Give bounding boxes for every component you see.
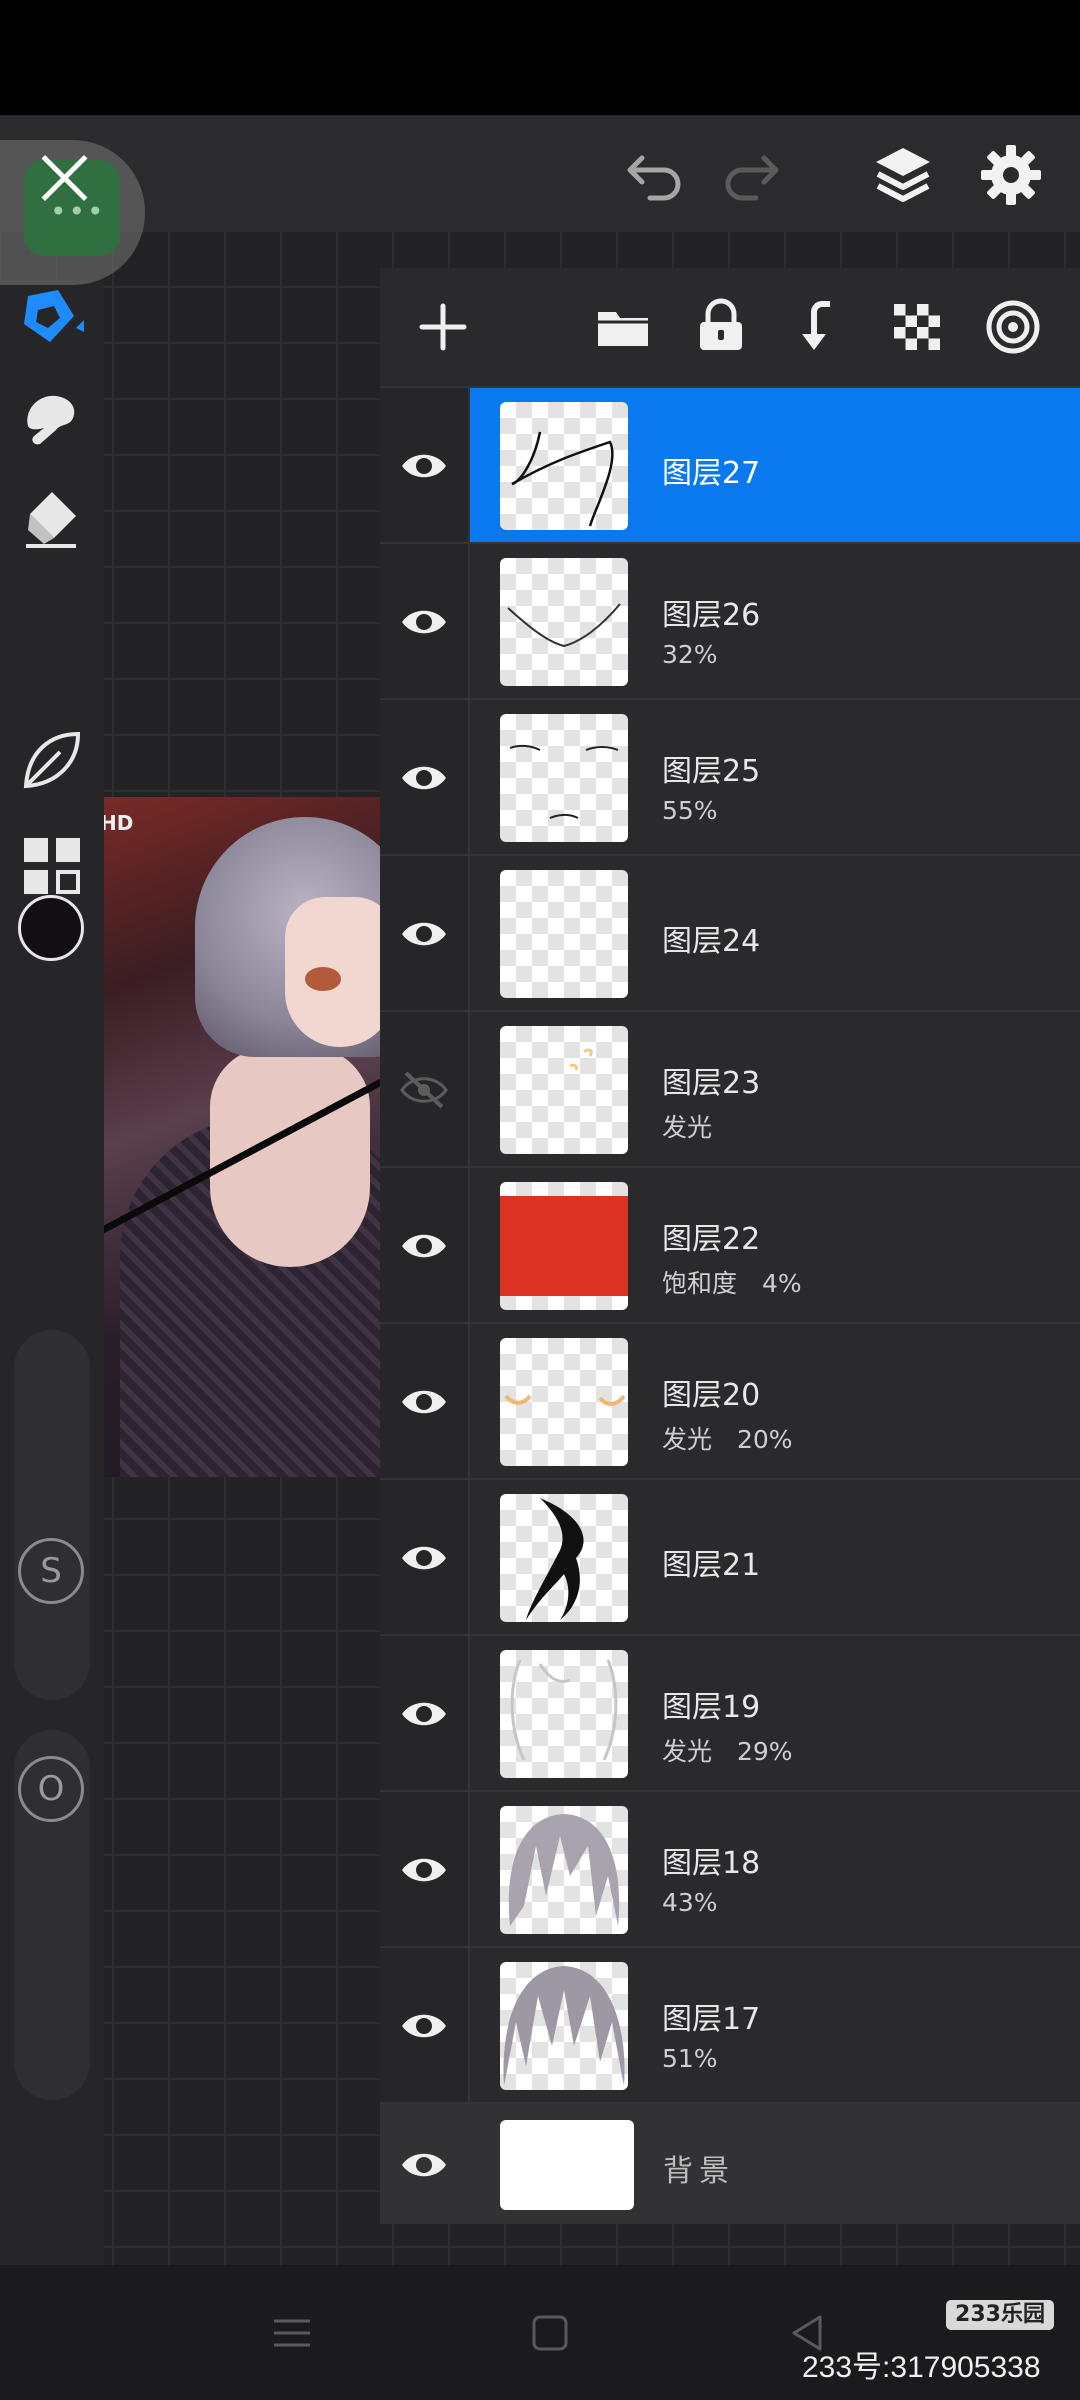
layer-name: 图层18 — [662, 1846, 761, 1881]
brush-size-slider[interactable] — [14, 1330, 90, 1700]
undo-icon[interactable] — [620, 140, 690, 210]
eye-icon[interactable] — [398, 441, 450, 491]
eye-icon[interactable] — [398, 1845, 450, 1895]
layer-name: 图层22 — [662, 1222, 761, 1257]
layer-thumbnail — [500, 402, 628, 530]
layer-thumbnail — [500, 1806, 628, 1934]
layer-thumbnail — [500, 1494, 628, 1622]
layer-name: 图层23 — [662, 1066, 761, 1101]
size-slider-handle[interactable]: S — [18, 1538, 84, 1604]
eraser-icon[interactable] — [14, 480, 90, 556]
add-layer-icon[interactable] — [410, 294, 476, 360]
status-bar — [0, 0, 1080, 115]
layer-thumbnail — [500, 558, 628, 686]
layer-row[interactable]: 图层18 43% — [380, 1790, 1080, 1948]
eye-icon[interactable] — [398, 1377, 450, 1427]
eye-icon[interactable] — [398, 753, 450, 803]
layer-meta: 发光 29% — [662, 1737, 793, 1766]
layer-thumbnail — [500, 1182, 628, 1310]
layer-row[interactable]: 图层24 — [380, 854, 1080, 1012]
close-icon — [36, 148, 92, 204]
layer-row[interactable]: 图层26 32% — [380, 542, 1080, 700]
leaf-icon[interactable] — [14, 722, 90, 798]
eye-icon[interactable] — [398, 2001, 450, 2051]
eye-icon[interactable] — [398, 2140, 450, 2190]
background-layer-name: 背景 — [663, 2154, 735, 2189]
artwork-image: HD — [100, 797, 380, 1477]
eye-icon[interactable] — [398, 1221, 450, 1271]
layer-thumbnail — [500, 1338, 628, 1466]
layer-thumbnail — [500, 1650, 628, 1778]
smudge-icon[interactable] — [14, 380, 90, 456]
transparency-icon[interactable] — [884, 294, 950, 360]
layer-thumbnail — [500, 1962, 628, 2090]
folder-icon[interactable] — [590, 294, 656, 360]
layers-panel: 图层27 图层26 32% 图层25 55% 图层24 图层23 发光 图层22… — [380, 268, 1080, 2224]
layer-name: 图层20 — [662, 1378, 761, 1413]
eye-icon[interactable] — [398, 909, 450, 959]
menu-icon[interactable] — [264, 2305, 320, 2361]
layer-thumbnail — [500, 870, 628, 998]
gear-icon[interactable] — [976, 140, 1046, 210]
layer-name: 图层17 — [662, 2002, 761, 2037]
layers-icon[interactable] — [868, 140, 938, 210]
layer-name: 图层26 — [662, 598, 761, 633]
layer-meta: 32% — [662, 640, 718, 669]
layer-row[interactable]: 图层21 — [380, 1478, 1080, 1636]
eye-hidden-icon[interactable] — [398, 1065, 450, 1115]
layer-meta: 55% — [662, 796, 718, 825]
layer-row[interactable]: 图层23 发光 — [380, 1010, 1080, 1168]
layer-meta: 43% — [662, 1888, 718, 1917]
layer-name: 图层24 — [662, 924, 761, 959]
redo-icon[interactable] — [716, 140, 786, 210]
home-icon[interactable] — [522, 2305, 578, 2361]
layer-effects-icon[interactable] — [980, 294, 1046, 360]
layer-row[interactable]: 图层25 55% — [380, 698, 1080, 856]
eye-icon[interactable] — [398, 597, 450, 647]
layer-meta: 51% — [662, 2044, 718, 2073]
color-swatch[interactable] — [18, 895, 84, 961]
layer-name: 图层19 — [662, 1690, 761, 1725]
layer-list: 图层27 图层26 32% 图层25 55% 图层24 图层23 发光 图层22… — [380, 386, 1080, 2224]
artwork-hd-label: HD — [100, 811, 134, 835]
background-layer-row[interactable]: 背景 — [380, 2102, 1080, 2224]
layer-meta: 发光 20% — [662, 1425, 793, 1454]
left-tool-sidebar: S O — [0, 280, 104, 2265]
layer-meta: 发光 — [662, 1113, 713, 1142]
layer-row[interactable]: 图层27 — [380, 386, 1080, 544]
pen-icon[interactable] — [14, 280, 90, 356]
layers-toolbar — [380, 268, 1080, 386]
close-button[interactable]: ••• — [0, 140, 145, 285]
layer-thumbnail — [500, 714, 628, 842]
layer-fill — [500, 1196, 628, 1296]
layer-row[interactable]: 图层20 发光 20% — [380, 1322, 1080, 1480]
layer-row[interactable]: 图层17 51% — [380, 1946, 1080, 2104]
grid-icon[interactable] — [14, 828, 90, 904]
lock-icon[interactable] — [688, 294, 754, 360]
background-thumbnail — [500, 2120, 634, 2210]
layer-thumbnail — [500, 1026, 628, 1154]
eye-icon[interactable] — [398, 1533, 450, 1583]
watermark-badge: 233乐园 — [946, 2300, 1054, 2330]
layer-name: 图层25 — [662, 754, 761, 789]
eye-icon[interactable] — [398, 1689, 450, 1739]
watermark-id: 233号:317905338 — [802, 2351, 1041, 2384]
layer-row[interactable]: 图层22 饱和度 4% — [380, 1166, 1080, 1324]
layer-meta: 饱和度 4% — [662, 1269, 802, 1298]
layer-name: 图层27 — [662, 456, 761, 491]
merge-down-icon[interactable] — [786, 294, 852, 360]
opacity-slider-handle[interactable]: O — [18, 1756, 84, 1822]
layer-name: 图层21 — [662, 1548, 761, 1583]
layer-row[interactable]: 图层19 发光 29% — [380, 1634, 1080, 1792]
